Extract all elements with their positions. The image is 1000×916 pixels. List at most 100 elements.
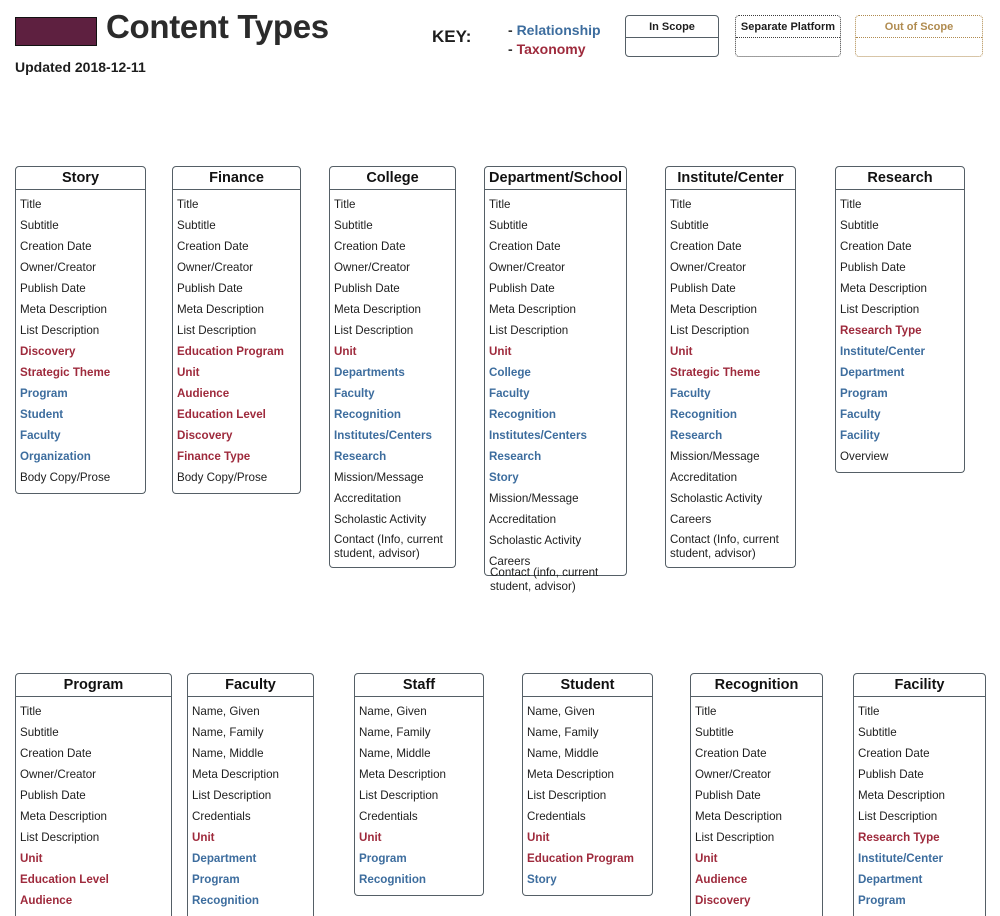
entity-field-list: Title Subtitle Creation Date Owner/Creator P… [15,697,172,916]
entity-field: Unit [177,366,200,379]
entity-field: Owner/Creator [20,261,97,274]
entity-field: Accreditation [334,492,402,505]
entity-field: Faculty [489,387,530,400]
entity-title: Story [15,166,146,190]
entity-field: College [489,366,531,379]
entity-field: Accreditation [670,471,738,484]
entity-field: Organization [20,450,91,463]
entity-title: Facility [853,673,986,697]
key-label: KEY: [432,27,472,46]
entity-box-finance: Finance Title Subtitle Creation Date Owner/C… [172,166,301,494]
entity-field: Strategic Theme [20,366,111,379]
entity-box-research: Research Title Subtitle Creation Date Publis… [835,166,965,473]
entity-field: Recognition [670,408,737,421]
entity-field: Department [192,852,257,865]
entity-field: Owner/Creator [489,261,566,274]
entity-field: Subtitle [20,726,59,739]
entity-field: Meta Description [670,303,757,316]
entity-field: List Description [695,831,775,844]
entity-field: Owner/Creator [334,261,411,274]
entity-field: Body Copy/Prose [177,471,268,484]
entity-title: Program [15,673,172,697]
entity-field: Meta Description [695,810,782,823]
entity-field: Meta Description [192,768,279,781]
entity-field: Faculty [670,387,711,400]
entity-field: Research [334,450,387,463]
entity-field: Scholastic Activity [670,492,763,505]
entity-field: Publish Date [334,282,400,295]
entity-field: Departments [334,366,405,379]
legend-out-of-scope-label: Out of Scope [856,16,982,38]
entity-field: Unit [20,852,43,865]
entity-title: Research [835,166,965,190]
legend-in-scope-label: In Scope [626,16,718,38]
entity-field: Unit [334,345,357,358]
entity-title: Faculty [187,673,314,697]
entity-box-department-school: Department/School Title Subtitle Creation D… [484,166,627,593]
entity-field: Institute/Center [858,852,944,865]
entity-field: Publish Date [858,768,924,781]
entity-field: Meta Description [858,789,945,802]
entity-field: Department [858,873,923,886]
entity-field: List Description [177,324,257,337]
entity-field: Student [20,408,64,421]
entity-field-list: Title Subtitle Creation Date Owner/Creator P… [484,190,627,593]
entity-field: Education Program [177,345,284,358]
entity-field: Publish Date [177,282,243,295]
entity-field: Title [840,198,862,211]
entity-field: Name, Middle [192,747,264,760]
entity-field: Meta Description [840,282,927,295]
entity-box-faculty: Faculty Name, Given Name, Family Name, Midd… [187,673,314,916]
entity-field: Publish Date [20,789,86,802]
entity-field: Scholastic Activity [334,513,427,526]
entity-field: Owner/Creator [695,768,772,781]
entity-field: Title [489,198,511,211]
entity-field: Name, Given [192,705,260,718]
entity-field: Meta Description [527,768,614,781]
entity-field: List Description [858,810,938,823]
entity-field: Creation Date [334,240,406,253]
entity-field-list: Title Subtitle Creation Date Publish Date Me… [853,697,986,916]
entity-field: Subtitle [20,219,59,232]
entity-field: Audience [177,387,230,400]
entity-field: Audience [695,873,748,886]
updated-date-label: Updated 2018-12-11 [15,59,146,75]
entity-box-institute-center: Institute/Center Title Subtitle Creation Da… [665,166,796,568]
entity-field: Creation Date [177,240,249,253]
entity-field: Meta Description [20,810,107,823]
entity-field: Research Type [858,831,940,844]
entity-field: Credentials [192,810,251,823]
entity-field-list: Title Subtitle Creation Date Owner/Creator P… [690,697,823,916]
entity-field: Creation Date [489,240,561,253]
entity-field: Publish Date [489,282,555,295]
entity-field: Program [192,873,240,886]
entity-field-list: Title Subtitle Creation Date Owner/Creator P… [329,190,456,568]
entity-field: Title [858,705,880,718]
entity-field: Body Copy/Prose [20,471,111,484]
legend-separate-platform-label: Separate Platform [736,16,840,38]
entity-field: Publish Date [20,282,86,295]
entity-field: Name, Family [527,726,599,739]
entity-field: Title [670,198,692,211]
entity-field: Credentials [527,810,586,823]
entity-field: Program [359,852,407,865]
entity-box-student: Student Name, Given Name, Family Name, Midd… [522,673,653,896]
entity-field: Subtitle [840,219,879,232]
entity-field: Education Level [20,873,109,886]
entity-field: Subtitle [334,219,373,232]
entity-field-list: Title Subtitle Creation Date Owner/Creator P… [172,190,301,494]
entity-field: List Description [20,324,100,337]
entity-field-list: Name, Given Name, Family Name, Middle Meta … [187,697,314,916]
entity-field: Faculty [334,387,375,400]
entity-title: Finance [172,166,301,190]
key-dash: - [508,41,513,57]
entity-field: Subtitle [489,219,528,232]
entity-field: Title [20,705,42,718]
entity-field: Research Type [840,324,922,337]
entity-field: Mission/Message [334,471,424,484]
entity-field-list: Title Subtitle Creation Date Owner/Creator P… [665,190,796,568]
entity-field: Publish Date [695,789,761,802]
legend-separate-platform-body [736,38,840,58]
legend-separate-platform-box: Separate Platform [735,15,841,57]
entity-field: Faculty [840,408,881,421]
